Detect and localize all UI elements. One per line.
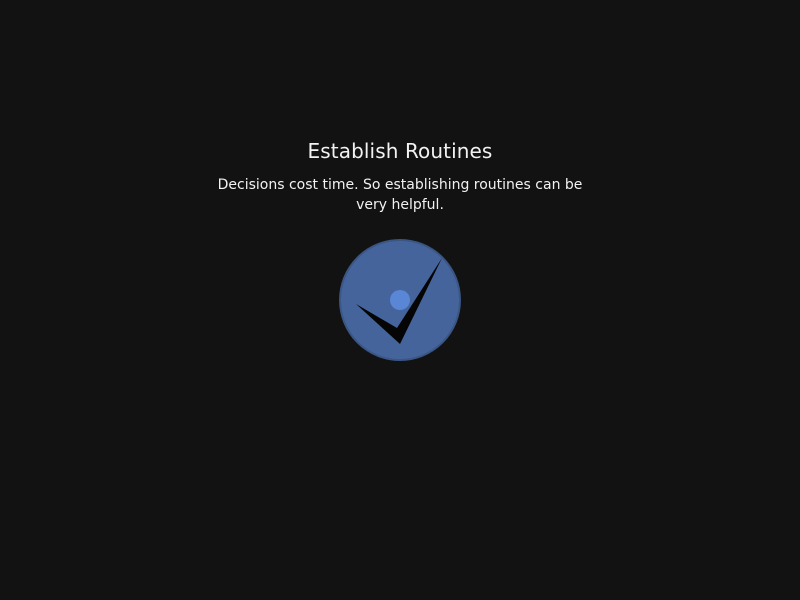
page-title: Establish Routines <box>307 139 493 163</box>
badge-center-dot <box>390 290 410 310</box>
page-description: Decisions cost time. So establishing rou… <box>217 177 583 213</box>
checkmark-icon <box>339 239 461 361</box>
checkmark-badge <box>338 238 462 362</box>
routine-screen: Establish Routines Decisions cost time. … <box>0 0 800 600</box>
